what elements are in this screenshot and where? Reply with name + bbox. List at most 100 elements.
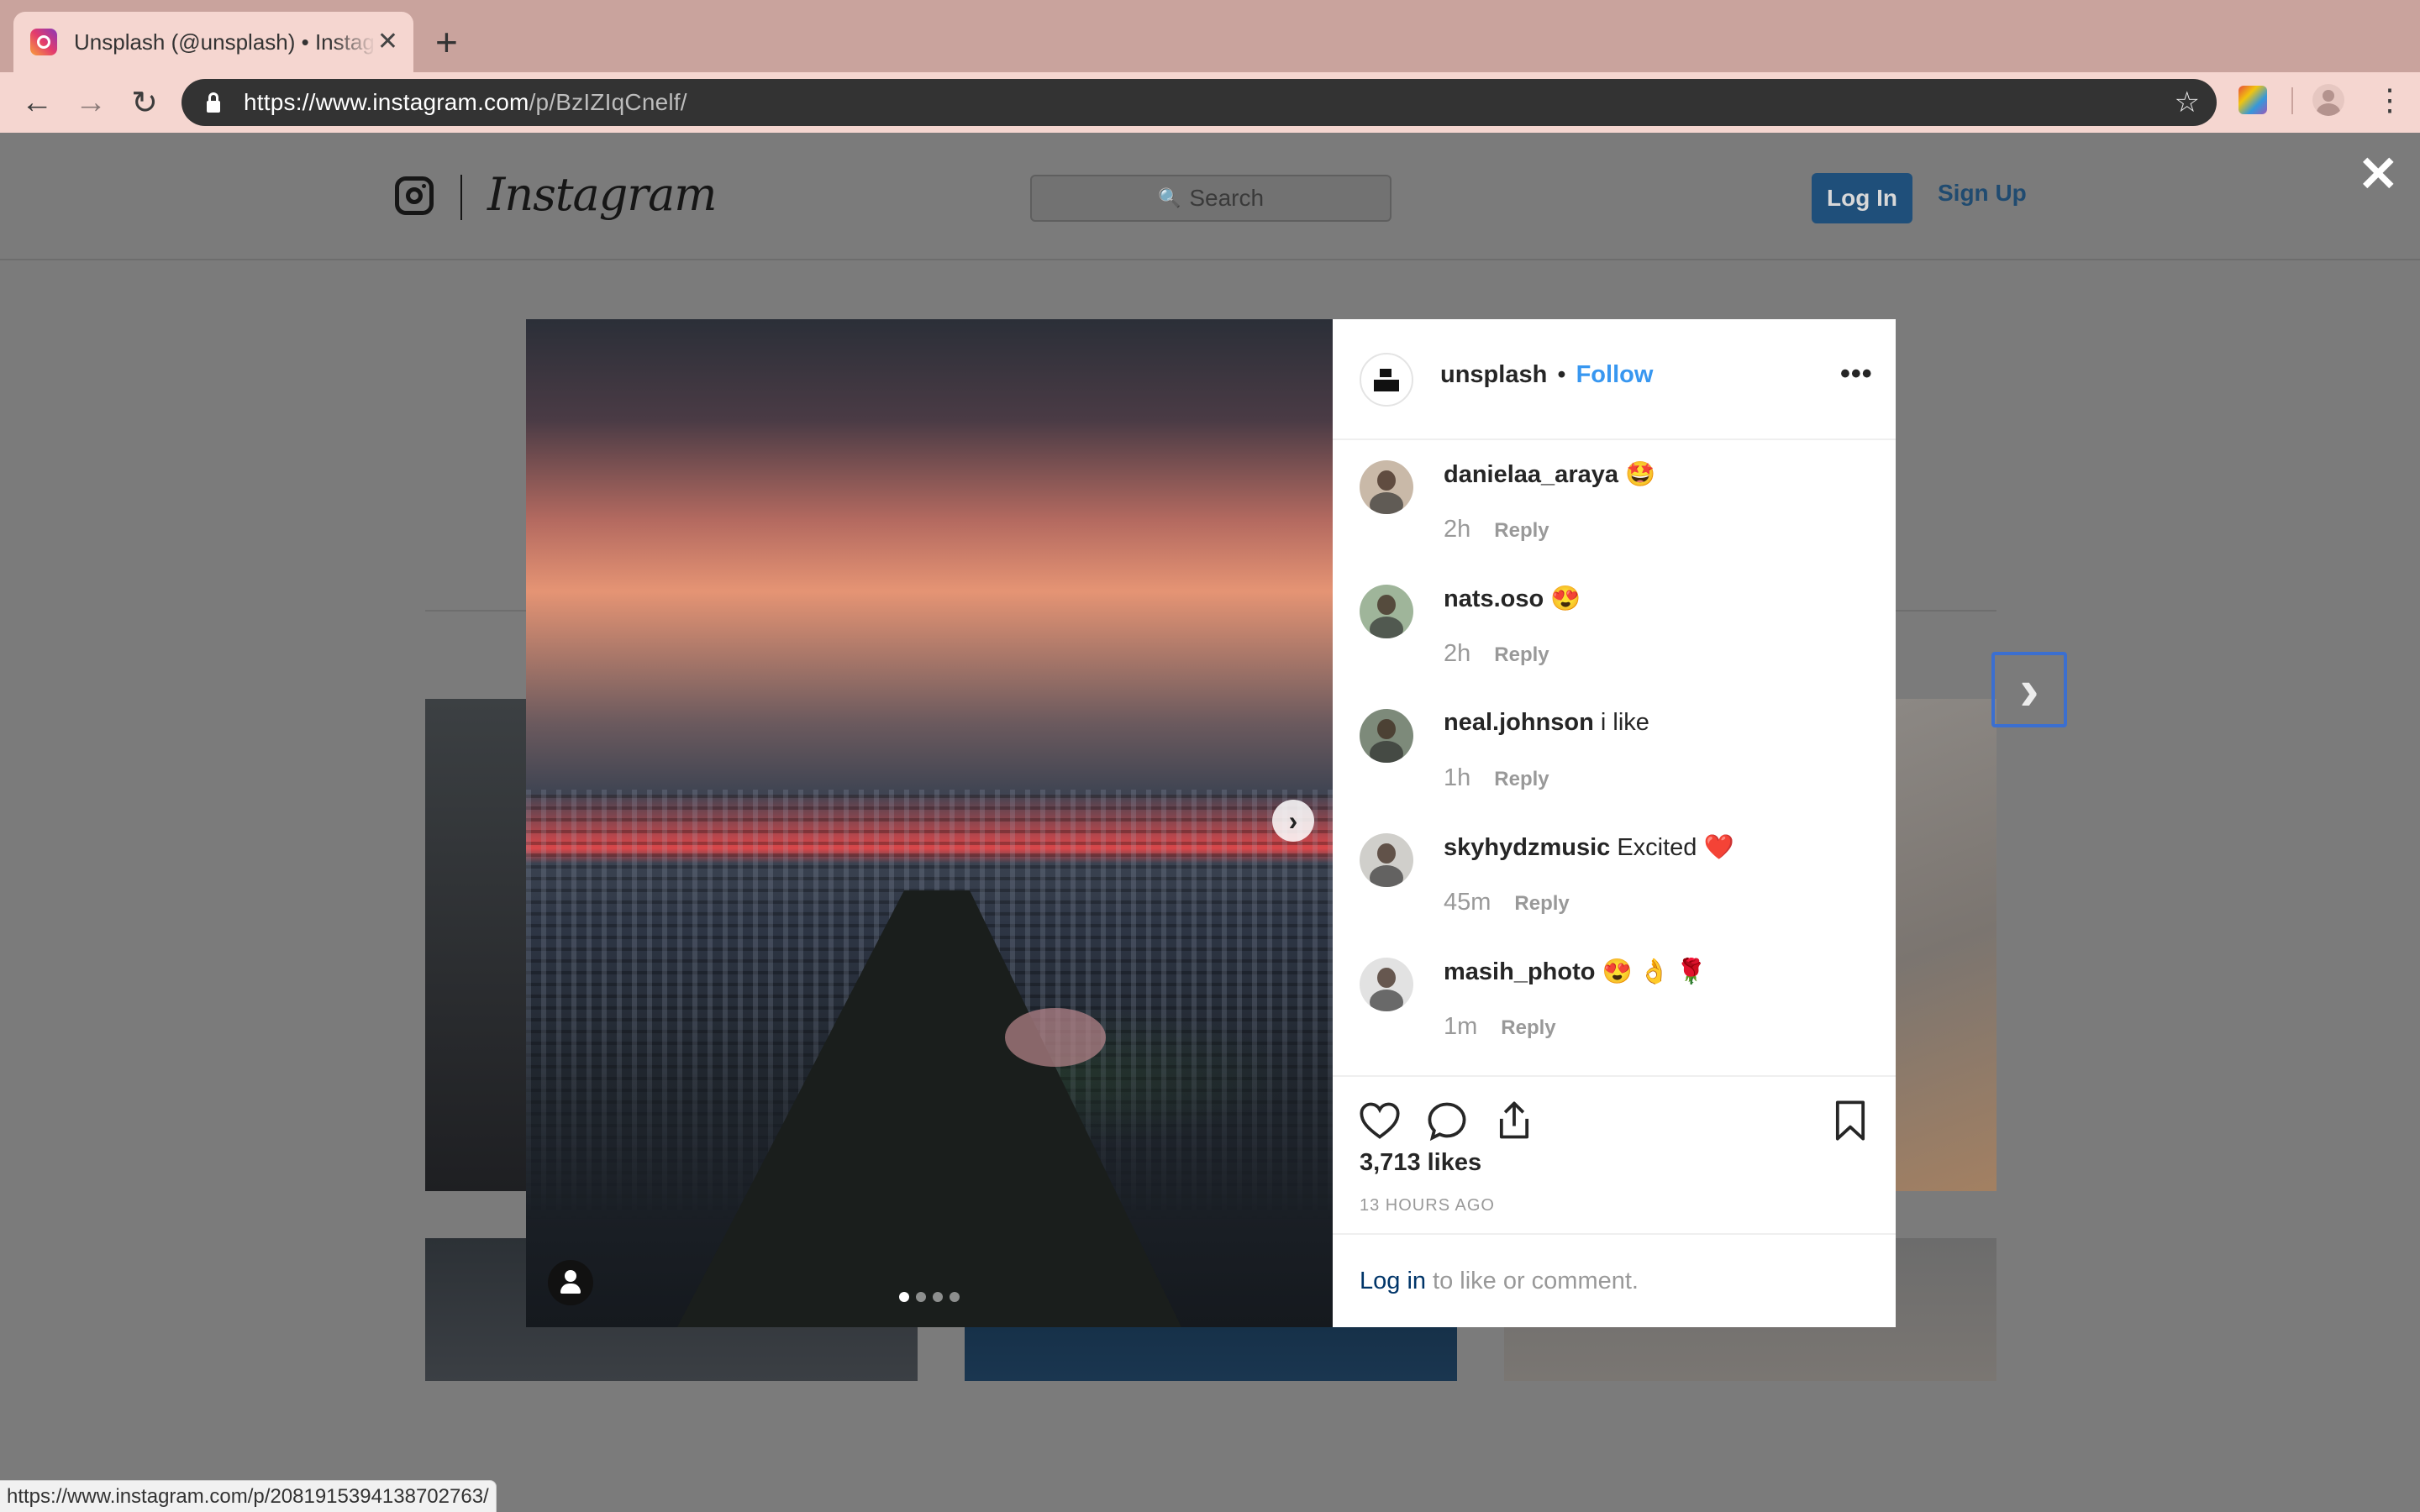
comment-icon[interactable] — [1425, 1099, 1469, 1142]
commenter-avatar[interactable] — [1360, 958, 1413, 1011]
carousel-dot — [933, 1292, 943, 1302]
url-text: https://www.instagram.com/p/BzIZIqCnelf/ — [244, 89, 687, 116]
likes-count[interactable]: 3,713 likes — [1360, 1149, 1481, 1177]
reply-button[interactable]: Reply — [1494, 643, 1549, 667]
comment-body: 🤩 — [1625, 461, 1656, 488]
comment-item: masih_photo 😍 👌 🌹 1m Reply — [1333, 939, 1896, 1063]
search-input[interactable]: 🔍 Search — [1030, 175, 1392, 222]
logo-divider — [460, 175, 462, 220]
comment-time[interactable]: 1h — [1444, 764, 1470, 792]
comment-item: danielaa_araya 🤩 2h Reply — [1333, 442, 1896, 566]
instagram-wordmark[interactable]: Instagram — [487, 168, 717, 221]
reply-button[interactable]: Reply — [1494, 768, 1549, 791]
comment-body: 😍 — [1550, 585, 1581, 612]
carousel-dot — [950, 1292, 960, 1302]
owner-line: unsplash • Follow — [1440, 361, 1653, 389]
comment-time[interactable]: 2h — [1444, 516, 1470, 543]
search-placeholder: Search — [1189, 185, 1265, 211]
footer-login-link[interactable]: Log in — [1360, 1268, 1426, 1295]
comment-meta: 1m Reply — [1444, 1013, 1556, 1041]
commenter-avatar[interactable] — [1360, 709, 1413, 763]
post-timestamp[interactable]: 13 HOURS AGO — [1360, 1196, 1495, 1215]
footer-prompt-text: to like or comment. — [1433, 1267, 1639, 1294]
toolbar-divider — [2291, 87, 2293, 114]
comment-time[interactable]: 2h — [1444, 640, 1470, 668]
comment-text: nats.oso 😍 — [1444, 585, 1581, 613]
comment-time[interactable]: 1m — [1444, 1013, 1477, 1041]
commenter-avatar[interactable] — [1360, 585, 1413, 638]
owner-separator: • — [1557, 361, 1566, 388]
profile-avatar-icon[interactable] — [2312, 84, 2344, 116]
owner-username[interactable]: unsplash — [1440, 361, 1547, 388]
comment-username[interactable]: nats.oso — [1444, 585, 1544, 612]
tab-title: Unsplash (@unsplash) • Instagram photos … — [74, 29, 376, 55]
reply-button[interactable]: Reply — [1514, 892, 1569, 916]
comment-text: masih_photo 😍 👌 🌹 — [1444, 958, 1707, 986]
comment-prompt: Log in to like or comment. — [1333, 1233, 1896, 1327]
heart-icon[interactable] — [1358, 1099, 1402, 1142]
comment-username[interactable]: neal.johnson — [1444, 709, 1594, 736]
reload-button[interactable]: ↻ — [119, 72, 170, 133]
signup-link[interactable]: Sign Up — [1938, 180, 2027, 207]
post-side-panel: unsplash • Follow ••• danielaa_araya 🤩 2h… — [1333, 319, 1896, 1327]
tab-close-icon[interactable]: ✕ — [377, 27, 398, 57]
comment-item: neal.johnson i like 1h Reply — [1333, 690, 1896, 815]
carousel-indicator — [899, 1292, 960, 1302]
carousel-dot — [916, 1292, 926, 1302]
comment-time[interactable]: 45m — [1444, 889, 1491, 916]
post-header: unsplash • Follow ••• — [1333, 319, 1896, 440]
comment-username[interactable]: skyhydzmusic — [1444, 834, 1610, 861]
comment-body: 😍 👌 🌹 — [1602, 958, 1707, 985]
search-icon: 🔍 — [1157, 187, 1181, 208]
reply-button[interactable]: Reply — [1494, 519, 1549, 543]
carousel-next-icon[interactable]: › — [1272, 800, 1314, 842]
extension-icon[interactable] — [2238, 86, 2267, 114]
commenter-avatar[interactable] — [1360, 460, 1413, 514]
comment-meta: 2h Reply — [1444, 516, 1549, 543]
url-host: https://www.instagram.com — [244, 89, 529, 115]
address-bar[interactable]: https://www.instagram.com/p/BzIZIqCnelf/… — [182, 79, 2217, 126]
instagram-camera-icon[interactable] — [395, 176, 434, 215]
next-post-chevron-icon[interactable]: › — [1991, 652, 2067, 727]
comment-username[interactable]: masih_photo — [1444, 958, 1595, 985]
tagged-user-icon[interactable] — [548, 1260, 593, 1305]
new-tab-button[interactable]: + — [435, 20, 458, 64]
bookmark-icon[interactable] — [1828, 1099, 1872, 1142]
photo-lake — [1005, 1008, 1106, 1067]
unsplash-avatar[interactable] — [1360, 353, 1413, 407]
commenter-avatar[interactable] — [1360, 833, 1413, 887]
login-button[interactable]: Log In — [1812, 173, 1912, 223]
follow-button[interactable]: Follow — [1576, 361, 1654, 388]
comment-list[interactable]: danielaa_araya 🤩 2h Reply nats.oso 😍 2h Reply… — [1333, 442, 1896, 1058]
comment-text: skyhydzmusic Excited ❤️ — [1444, 833, 1734, 862]
browser-tab[interactable]: Unsplash (@unsplash) • Instagram photos … — [13, 12, 413, 72]
link-status-bar: https://www.instagram.com/p/208191539413… — [0, 1480, 497, 1512]
comment-username[interactable]: danielaa_araya — [1444, 461, 1618, 488]
instagram-favicon-icon — [30, 29, 57, 55]
carousel-dot — [899, 1292, 909, 1302]
comment-item: nats.oso 😍 2h Reply — [1333, 566, 1896, 690]
ig-header: Instagram 🔍 Search Log In Sign Up — [0, 133, 2420, 260]
comment-item: skyhydzmusic Excited ❤️ 45m Reply — [1333, 815, 1896, 939]
forward-button[interactable]: → — [66, 72, 116, 133]
close-icon[interactable]: ✕ — [2358, 150, 2399, 200]
grid-thumbnail[interactable] — [425, 699, 526, 1191]
comment-text: neal.johnson i like — [1444, 709, 1649, 737]
comment-text: danielaa_araya 🤩 — [1444, 460, 1655, 489]
action-bar — [1333, 1075, 1896, 1142]
share-icon[interactable] — [1492, 1099, 1536, 1142]
browser-menu-icon[interactable]: ⋮ — [2375, 84, 2405, 116]
bookmark-star-icon[interactable]: ☆ — [2175, 86, 2200, 119]
post-photo[interactable]: › — [526, 319, 1333, 1327]
url-path: /p/BzIZIqCnelf/ — [529, 89, 687, 115]
lock-icon[interactable] — [202, 90, 227, 115]
comment-meta: 45m Reply — [1444, 889, 1570, 916]
comment-meta: 2h Reply — [1444, 640, 1549, 668]
browser-tab-bar: Unsplash (@unsplash) • Instagram photos … — [0, 0, 2420, 72]
back-button[interactable]: ← — [12, 72, 62, 133]
reply-button[interactable]: Reply — [1501, 1016, 1555, 1040]
comment-body: i like — [1600, 709, 1649, 736]
comment-body: Excited ❤️ — [1617, 834, 1734, 861]
grid-thumbnail[interactable] — [1896, 699, 1996, 1191]
more-options-icon[interactable]: ••• — [1840, 358, 1873, 391]
